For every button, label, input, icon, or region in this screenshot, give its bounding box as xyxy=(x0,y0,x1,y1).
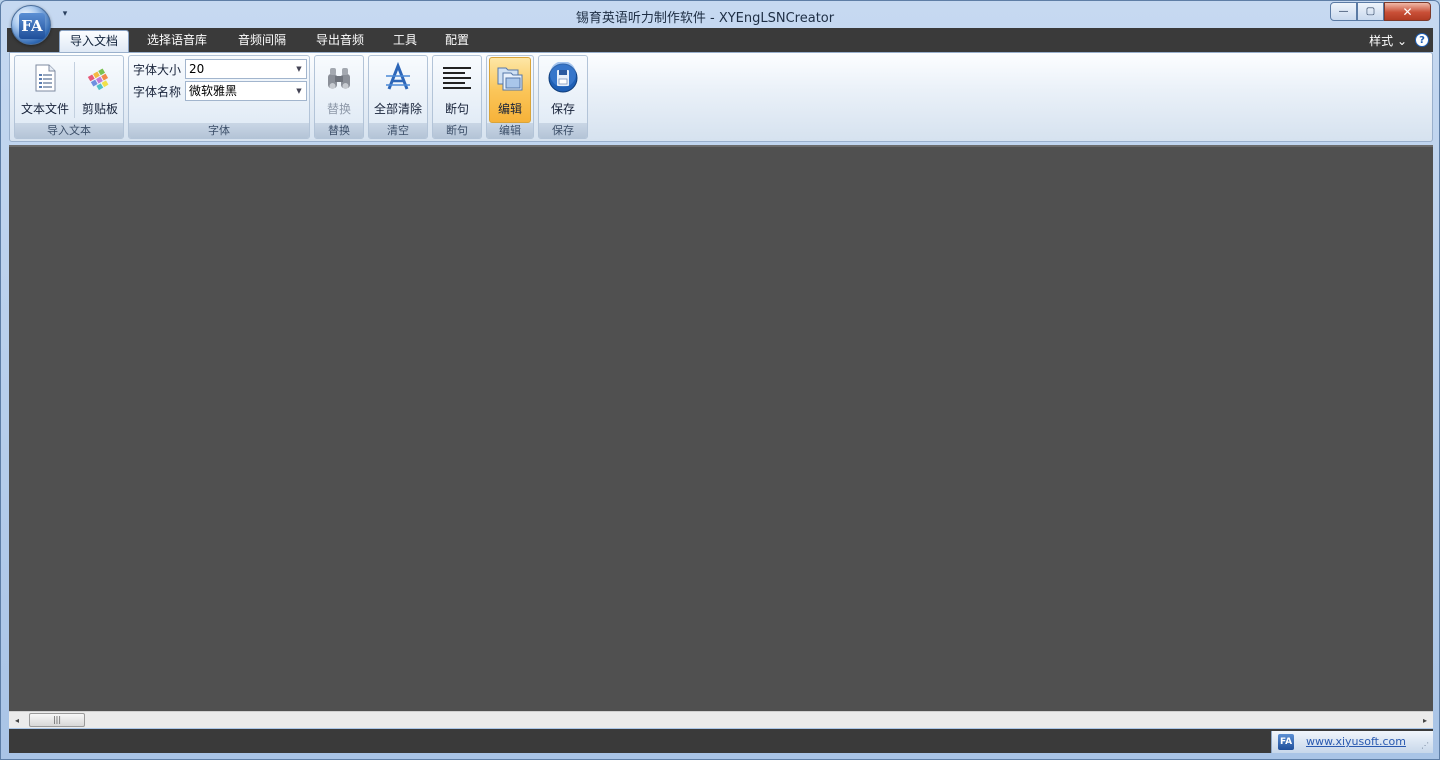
status-link-panel: FA www.xiyusoft.com ⋰ xyxy=(1271,731,1433,753)
style-menu[interactable]: 样式 ⌄ xyxy=(1369,32,1407,49)
group-label-replace: 替换 xyxy=(315,123,363,138)
tab-audio-interval[interactable]: 音频间隔 xyxy=(228,30,296,52)
save-button[interactable]: 保存 xyxy=(540,58,586,122)
minimize-button[interactable]: — xyxy=(1330,2,1357,21)
clipboard-palette-icon xyxy=(87,68,109,91)
group-import-text: 文本文件 剪贴板 导入文本 xyxy=(14,55,124,139)
title-bar: ▾ 锡育英语听力制作软件 - XYEngLSNCreator — ▢ ✕ xyxy=(1,1,1439,29)
text-file-button[interactable]: 文本文件 xyxy=(17,58,73,122)
replace-label: 替换 xyxy=(326,102,351,116)
status-bar: FA www.xiyusoft.com ⋰ xyxy=(9,729,1433,753)
group-label-split: 断句 xyxy=(433,123,481,138)
website-link[interactable]: www.xiyusoft.com xyxy=(1306,735,1406,748)
dropdown-arrow-icon[interactable]: ▼ xyxy=(294,60,304,78)
group-clear: 全部清除 清空 xyxy=(368,55,428,139)
font-size-value: 20 xyxy=(189,62,205,76)
close-button[interactable]: ✕ xyxy=(1384,2,1431,21)
font-name-combo[interactable]: 微软雅黑 ▼ xyxy=(185,81,307,101)
resize-grip-icon[interactable]: ⋰ xyxy=(1421,741,1431,751)
tab-import-document[interactable]: 导入文档 xyxy=(59,30,130,52)
help-icon[interactable]: ? xyxy=(1415,33,1429,47)
font-name-row: 字体名称 微软雅黑 ▼ xyxy=(133,81,309,101)
window-title: 锡育英语听力制作软件 - XYEngLSNCreator xyxy=(575,11,835,26)
dropdown-arrow-icon[interactable]: ▼ xyxy=(294,82,304,100)
ribbon-panel: 文本文件 剪贴板 导入文本 字体大小 20 ▼ 字体名称 微软雅黑 ▼ 字体 替… xyxy=(9,52,1433,142)
company-logo-icon: FA xyxy=(1278,734,1294,750)
clipboard-label: 剪贴板 xyxy=(81,102,118,116)
tab-select-voice-library[interactable]: 选择语音库 xyxy=(137,30,217,52)
chevron-down-icon: ⌄ xyxy=(1396,34,1407,48)
application-menu-button[interactable]: FA xyxy=(11,5,51,45)
group-label-clear: 清空 xyxy=(369,123,427,138)
edit-label: 编辑 xyxy=(497,102,522,116)
style-menu-label: 样式 xyxy=(1369,34,1394,48)
group-label-edit: 编辑 xyxy=(487,123,533,138)
window-controls: — ▢ ✕ xyxy=(1330,2,1431,21)
document-editor-area[interactable] xyxy=(9,145,1433,711)
replace-button[interactable]: 替换 xyxy=(316,58,362,122)
group-separator xyxy=(74,62,75,118)
font-name-label: 字体名称 xyxy=(133,85,182,99)
font-size-label: 字体大小 xyxy=(133,63,182,77)
save-disk-icon xyxy=(548,62,578,93)
clear-all-label: 全部清除 xyxy=(373,102,422,116)
font-size-combo[interactable]: 20 ▼ xyxy=(185,59,307,79)
scroll-thumb[interactable]: ||| xyxy=(29,713,85,727)
clipboard-button[interactable]: 剪贴板 xyxy=(77,58,123,122)
font-name-value: 微软雅黑 xyxy=(189,84,238,98)
tab-config[interactable]: 配置 xyxy=(435,30,479,52)
maximize-button[interactable]: ▢ xyxy=(1357,2,1384,21)
text-file-icon xyxy=(35,64,56,92)
text-file-label: 文本文件 xyxy=(20,102,69,116)
group-split: 断句 断句 xyxy=(432,55,482,139)
scroll-left-icon[interactable]: ◂ xyxy=(9,713,25,728)
app-logo-icon: FA xyxy=(19,13,45,39)
group-replace: 替换 替换 xyxy=(314,55,364,139)
align-lines-icon xyxy=(443,67,471,89)
tab-tools[interactable]: 工具 xyxy=(383,30,427,52)
binoculars-icon xyxy=(328,68,350,89)
group-edit: 编辑 编辑 xyxy=(486,55,534,139)
ribbon-tab-strip: 导入文档 选择语音库 音频间隔 导出音频 工具 配置 样式 ⌄ ? xyxy=(7,28,1433,52)
group-save: 保存 保存 xyxy=(538,55,588,139)
edit-button[interactable]: 编辑 xyxy=(489,57,531,123)
tab-export-audio[interactable]: 导出音频 xyxy=(306,30,374,52)
split-sentence-label: 断句 xyxy=(444,102,469,116)
font-size-row: 字体大小 20 ▼ xyxy=(133,59,309,79)
clear-all-button[interactable]: 全部清除 xyxy=(370,58,426,122)
group-label-import-text: 导入文本 xyxy=(15,123,123,138)
group-font: 字体大小 20 ▼ 字体名称 微软雅黑 ▼ 字体 xyxy=(128,55,310,139)
folders-icon xyxy=(497,67,523,91)
scroll-right-icon[interactable]: ▸ xyxy=(1417,713,1433,728)
group-label-save: 保存 xyxy=(539,123,587,138)
clear-format-icon xyxy=(386,62,410,90)
split-sentence-button[interactable]: 断句 xyxy=(434,58,480,122)
app-window: ▾ 锡育英语听力制作软件 - XYEngLSNCreator — ▢ ✕ FA … xyxy=(0,0,1440,760)
save-label: 保存 xyxy=(550,102,575,116)
group-label-font: 字体 xyxy=(129,123,309,138)
horizontal-scrollbar[interactable]: ◂ ||| ▸ xyxy=(9,711,1433,728)
